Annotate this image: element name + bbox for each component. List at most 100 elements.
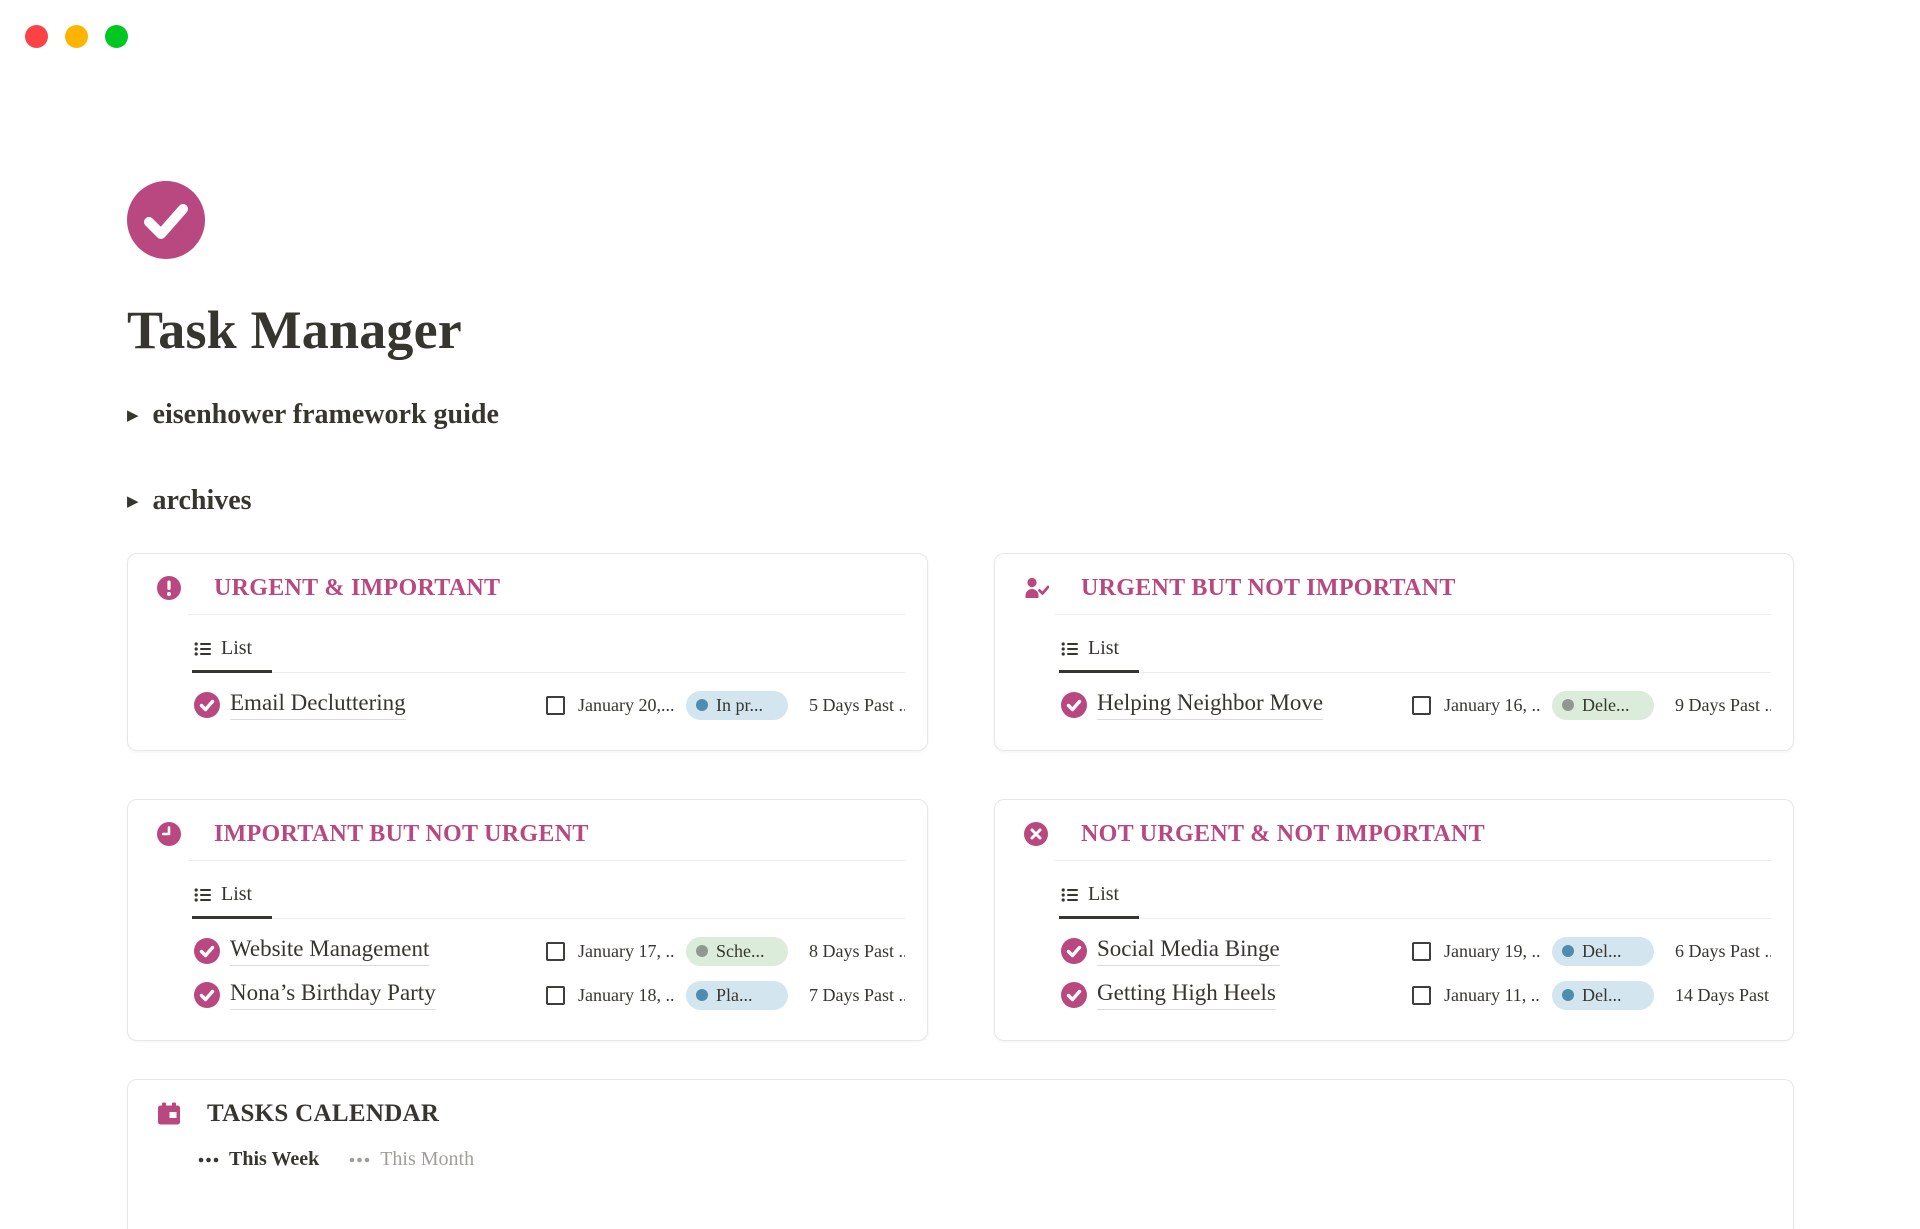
close-window-button[interactable] [25, 25, 48, 48]
tab-list[interactable]: List [1059, 883, 1139, 919]
status-label: Del... [1582, 985, 1622, 1006]
tab-label: List [1088, 637, 1119, 660]
quadrant-title: URGENT & IMPORTANT [214, 575, 500, 602]
task-name-link[interactable]: Getting High Heels [1097, 980, 1276, 1010]
task-done-check-icon[interactable] [1061, 692, 1087, 718]
days-past-label: 5 Days Past ... [809, 695, 905, 716]
status-badge[interactable]: Pla... [686, 981, 788, 1010]
tab-this-month[interactable]: This Month [349, 1148, 474, 1171]
tab-list[interactable]: List [192, 883, 272, 919]
card-tasks-calendar: TASKS CALENDAR This Week This Month [127, 1079, 1794, 1229]
user-check-icon [1023, 575, 1049, 601]
days-past-label: 8 Days Past ... [809, 941, 905, 962]
status-badge[interactable]: Del... [1552, 981, 1654, 1010]
table-row: Getting High Heels January 11, ... Del..… [1061, 973, 1771, 1017]
status-dot-icon [1562, 989, 1574, 1001]
card-urgent-not-important: URGENT BUT NOT IMPORTANT List [994, 553, 1794, 751]
card-important-not-urgent: IMPORTANT BUT NOT URGENT List [127, 799, 928, 1041]
status-dot-icon [696, 989, 708, 1001]
days-past-label: 14 Days Past ... [1675, 985, 1771, 1006]
tab-list[interactable]: List [1059, 637, 1139, 673]
list-icon [1061, 886, 1079, 904]
tab-this-week[interactable]: This Week [198, 1148, 319, 1171]
status-badge[interactable]: Del... [1552, 937, 1654, 966]
list-icon [194, 640, 212, 658]
page-title: Task Manager [127, 302, 1794, 358]
task-due-date[interactable]: January 19, ... [1444, 941, 1540, 962]
task-done-check-icon[interactable] [194, 982, 220, 1008]
task-checkbox[interactable] [546, 986, 565, 1005]
tab-label: This Month [380, 1148, 474, 1171]
chevron-right-icon: ▶ [127, 495, 139, 510]
x-circle-icon [1023, 821, 1049, 847]
task-checkbox[interactable] [1412, 986, 1431, 1005]
status-badge[interactable]: In pr... [686, 691, 788, 720]
divider [188, 614, 905, 615]
quadrant-title: NOT URGENT & NOT IMPORTANT [1081, 821, 1485, 848]
divider [188, 860, 905, 861]
alert-circle-icon [156, 575, 182, 601]
toggle-archives[interactable]: ▶ archives [127, 484, 1794, 518]
task-due-date[interactable]: January 20,... [578, 695, 674, 716]
dots-icon [349, 1157, 370, 1163]
task-due-date[interactable]: January 11, ... [1444, 985, 1540, 1006]
tab-label: List [1088, 883, 1119, 906]
page: Task Manager ▶ eisenhower framework guid… [0, 0, 1920, 1229]
status-badge[interactable]: Dele... [1552, 691, 1654, 720]
list-icon [1061, 640, 1079, 658]
status-dot-icon [1562, 699, 1574, 711]
task-name-link[interactable]: Email Decluttering [230, 690, 406, 720]
days-past-label: 7 Days Past ... [809, 985, 905, 1006]
zoom-window-button[interactable] [105, 25, 128, 48]
table-row: Social Media Binge January 19, ... Del..… [1061, 929, 1771, 973]
quadrant-title: IMPORTANT BUT NOT URGENT [214, 821, 589, 848]
toggle-label: eisenhower framework guide [153, 399, 499, 431]
task-due-date[interactable]: January 17, ... [578, 941, 674, 962]
task-checkbox[interactable] [1412, 942, 1431, 961]
task-due-date[interactable]: January 16, ... [1444, 695, 1540, 716]
clock-icon [156, 821, 182, 847]
task-checkbox[interactable] [546, 942, 565, 961]
tab-label: List [221, 883, 252, 906]
divider [1055, 614, 1771, 615]
task-due-date[interactable]: January 18, ... [578, 985, 674, 1006]
status-label: Pla... [716, 985, 753, 1006]
table-row: Nona’s Birthday Party January 18, ... Pl… [194, 973, 905, 1017]
list-icon [194, 886, 212, 904]
status-dot-icon [696, 945, 708, 957]
status-label: Sche... [716, 941, 765, 962]
card-urgent-important: URGENT & IMPORTANT List [127, 553, 928, 751]
tab-label: This Week [229, 1148, 319, 1171]
status-label: Del... [1582, 941, 1622, 962]
card-not-urgent-not-important: NOT URGENT & NOT IMPORTANT List [994, 799, 1794, 1041]
status-dot-icon [696, 699, 708, 711]
minimize-window-button[interactable] [65, 25, 88, 48]
task-name-link[interactable]: Nona’s Birthday Party [230, 980, 436, 1010]
task-name-link[interactable]: Social Media Binge [1097, 936, 1280, 966]
task-name-link[interactable]: Helping Neighbor Move [1097, 690, 1323, 720]
task-name-link[interactable]: Website Management [230, 936, 429, 966]
dots-icon [198, 1157, 219, 1163]
tab-list[interactable]: List [192, 637, 272, 673]
days-past-label: 9 Days Past ... [1675, 695, 1771, 716]
task-done-check-icon[interactable] [194, 692, 220, 718]
divider [1055, 860, 1771, 861]
task-checkbox[interactable] [546, 696, 565, 715]
quadrant-title: URGENT BUT NOT IMPORTANT [1081, 575, 1456, 602]
tab-label: List [221, 637, 252, 660]
task-done-check-icon[interactable] [194, 938, 220, 964]
window-controls [25, 25, 128, 48]
task-checkbox[interactable] [1412, 696, 1431, 715]
table-row: Email Decluttering January 20,... In pr.… [194, 683, 905, 727]
calendar-icon [156, 1101, 182, 1127]
toggle-eisenhower-framework-guide[interactable]: ▶ eisenhower framework guide [127, 398, 1794, 432]
chevron-right-icon: ▶ [127, 409, 139, 424]
table-row: Website Management January 17, ... Sche.… [194, 929, 905, 973]
check-circle-page-icon[interactable] [127, 181, 205, 259]
quadrant-grid: URGENT & IMPORTANT List [127, 553, 1794, 1041]
status-label: Dele... [1582, 695, 1629, 716]
task-done-check-icon[interactable] [1061, 938, 1087, 964]
table-row: Helping Neighbor Move January 16, ... De… [1061, 683, 1771, 727]
status-badge[interactable]: Sche... [686, 937, 788, 966]
task-done-check-icon[interactable] [1061, 982, 1087, 1008]
